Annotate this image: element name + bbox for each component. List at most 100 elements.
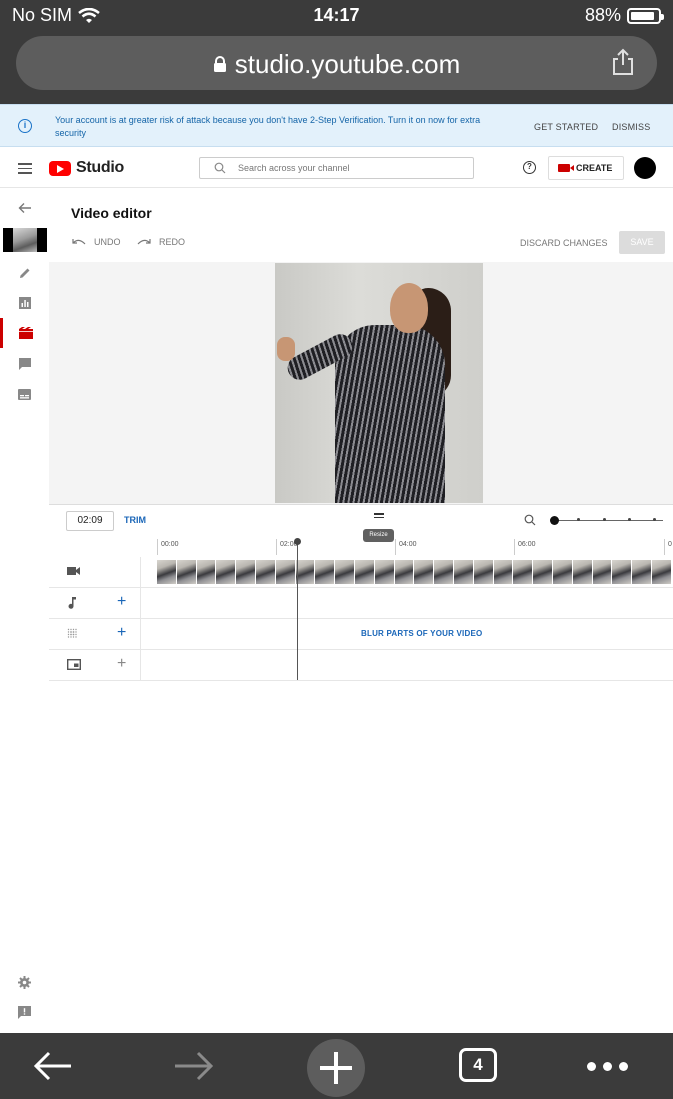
redo-button[interactable]: REDO bbox=[137, 237, 185, 247]
ruler-label: 0 bbox=[668, 541, 672, 548]
battery-icon bbox=[627, 7, 664, 24]
zoom-slider-track[interactable] bbox=[553, 520, 663, 521]
subtitles-icon[interactable] bbox=[0, 379, 49, 409]
share-icon[interactable] bbox=[611, 48, 635, 76]
add-blur-button[interactable]: + bbox=[117, 624, 126, 642]
left-nav-rail bbox=[0, 189, 49, 1033]
current-time-input[interactable]: 02:09 bbox=[66, 511, 114, 531]
filmstrip-frame bbox=[552, 560, 573, 584]
save-button[interactable]: SAVE bbox=[619, 231, 665, 254]
browser-toolbar: 4 bbox=[0, 1033, 673, 1099]
filmstrip-frame bbox=[157, 560, 177, 584]
redo-icon bbox=[137, 239, 151, 245]
ruler-label: 06:00 bbox=[518, 541, 536, 548]
filmstrip-frame bbox=[335, 560, 355, 584]
filmstrip-frame bbox=[572, 560, 593, 584]
browser-chrome-top: No SIM 14:17 88% studio.youtube.com bbox=[0, 0, 673, 104]
filmstrip-frame bbox=[414, 560, 435, 584]
status-bar: No SIM 14:17 88% bbox=[0, 0, 673, 32]
playhead-handle[interactable] bbox=[294, 538, 301, 545]
settings-icon[interactable] bbox=[0, 976, 49, 989]
end-screen-track: + bbox=[49, 650, 673, 681]
filmstrip-frame bbox=[354, 560, 375, 584]
filmstrip-frame bbox=[513, 560, 534, 584]
filmstrip-frame bbox=[275, 560, 296, 584]
info-icon: i bbox=[18, 119, 32, 133]
filmstrip-frame bbox=[453, 560, 474, 584]
filmstrip-frame bbox=[216, 560, 237, 584]
clock: 14:17 bbox=[313, 5, 360, 25]
resize-handle[interactable] bbox=[374, 513, 384, 520]
trim-button[interactable]: TRIM bbox=[124, 515, 146, 525]
help-icon[interactable]: ? bbox=[523, 161, 536, 174]
video-camera-icon bbox=[67, 567, 80, 575]
video-filmstrip[interactable] bbox=[157, 560, 673, 584]
analytics-icon[interactable] bbox=[0, 288, 49, 318]
plus-icon bbox=[320, 1052, 352, 1084]
filmstrip-frame bbox=[592, 560, 613, 584]
ruler-label: 04:00 bbox=[399, 541, 417, 548]
undo-button[interactable]: UNDO bbox=[72, 237, 121, 247]
dismiss-button[interactable]: DISMISS bbox=[612, 122, 650, 132]
filmstrip-frame bbox=[315, 560, 336, 584]
music-note-icon bbox=[68, 597, 76, 609]
new-tab-button[interactable] bbox=[307, 1039, 365, 1097]
timeline: 02:09 TRIM Resize 00:00 02:00 04:00 06:0… bbox=[49, 504, 673, 682]
filmstrip-frame bbox=[394, 560, 415, 584]
blur-icon bbox=[67, 628, 77, 638]
ruler-label: 00:00 bbox=[161, 541, 179, 548]
discard-changes-button[interactable]: DISCARD CHANGES bbox=[520, 238, 608, 248]
video-camera-icon bbox=[558, 164, 574, 172]
editor-icon[interactable] bbox=[0, 318, 49, 348]
search-placeholder: Search across your channel bbox=[238, 163, 350, 173]
forward-arrow-icon[interactable] bbox=[173, 1050, 215, 1082]
add-end-screen-button[interactable]: + bbox=[117, 655, 126, 673]
studio-header: Studio Search across your channel ? CREA… bbox=[0, 148, 673, 188]
account-avatar[interactable] bbox=[634, 157, 656, 179]
filmstrip-frame bbox=[236, 560, 256, 584]
channel-search-input[interactable]: Search across your channel bbox=[199, 157, 474, 179]
feedback-icon[interactable] bbox=[0, 1006, 49, 1019]
undo-icon bbox=[72, 239, 86, 245]
video-track bbox=[49, 557, 673, 588]
back-arrow-icon[interactable] bbox=[0, 193, 49, 223]
youtube-play-icon bbox=[49, 160, 71, 176]
blur-track: + BLUR PARTS OF YOUR VIDEO bbox=[49, 619, 673, 650]
edit-details-icon[interactable] bbox=[0, 258, 49, 288]
blur-video-link[interactable]: BLUR PARTS OF YOUR VIDEO bbox=[361, 629, 482, 638]
video-frame bbox=[275, 263, 483, 503]
filmstrip-frame bbox=[434, 560, 454, 584]
lock-icon bbox=[213, 56, 226, 72]
filmstrip-frame bbox=[295, 560, 316, 584]
back-arrow-icon[interactable] bbox=[33, 1050, 73, 1082]
end-screen-icon bbox=[67, 659, 81, 670]
video-thumbnail[interactable] bbox=[3, 228, 47, 252]
filmstrip-frame bbox=[612, 560, 633, 584]
filmstrip-frame bbox=[473, 560, 494, 584]
get-started-button[interactable]: GET STARTED bbox=[534, 122, 598, 132]
add-audio-button[interactable]: + bbox=[117, 593, 126, 611]
battery-percent: 88% bbox=[584, 5, 621, 25]
zoom-slider-thumb[interactable] bbox=[550, 516, 559, 525]
filmstrip-frame bbox=[255, 560, 276, 584]
video-preview[interactable] bbox=[49, 262, 673, 504]
playhead[interactable] bbox=[297, 540, 298, 680]
resize-tooltip: Resize bbox=[363, 529, 394, 542]
tab-count-button[interactable]: 4 bbox=[459, 1048, 497, 1082]
zoom-icon bbox=[524, 514, 536, 526]
comments-icon[interactable] bbox=[0, 349, 49, 379]
studio-logo[interactable]: Studio bbox=[49, 159, 124, 177]
filmstrip-frame bbox=[196, 560, 217, 584]
filmstrip-frame bbox=[651, 560, 672, 584]
filmstrip-frame bbox=[374, 560, 395, 584]
address-bar[interactable]: studio.youtube.com bbox=[16, 36, 657, 90]
more-icon[interactable] bbox=[587, 1062, 628, 1071]
menu-icon[interactable] bbox=[18, 163, 32, 174]
url-text: studio.youtube.com bbox=[234, 49, 461, 79]
filmstrip-frame bbox=[533, 560, 553, 584]
filmstrip-frame bbox=[632, 560, 652, 584]
create-button[interactable]: CREATE bbox=[548, 156, 624, 180]
filmstrip-frame bbox=[493, 560, 514, 584]
search-icon bbox=[214, 162, 226, 174]
alert-message: Your account is at greater risk of attac… bbox=[55, 115, 481, 138]
